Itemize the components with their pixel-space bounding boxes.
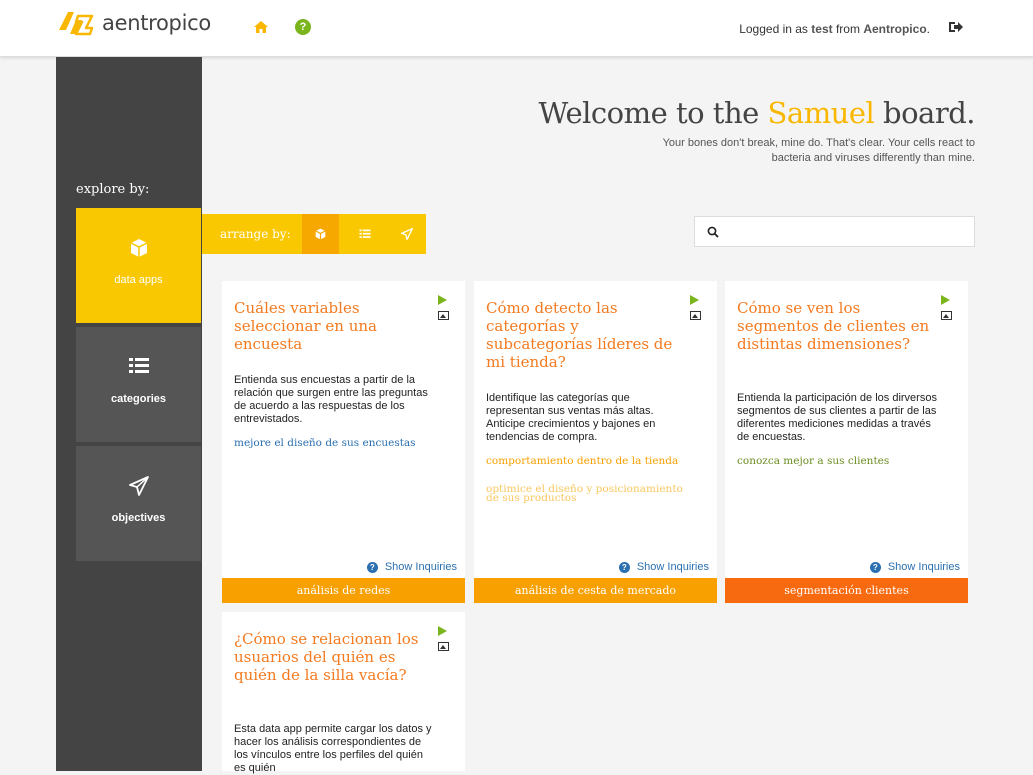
question-icon: ? [366, 561, 378, 573]
play-icon[interactable] [438, 626, 447, 636]
sidebar-item-label: categories [110, 393, 167, 405]
login-info: Logged in as test from Aentropico. [739, 22, 930, 36]
card-footer-category[interactable]: segmentación clientes [725, 578, 968, 603]
cube-icon [315, 228, 326, 240]
sidebar-item-data-apps[interactable]: data apps [76, 208, 201, 323]
logo-text: aentropico [102, 11, 211, 35]
page-title: Welcome to the Samuel board. [538, 96, 976, 130]
list-icon [128, 358, 149, 373]
image-icon[interactable] [438, 642, 449, 651]
card-title[interactable]: Cuáles variables seleccionar en una encu… [234, 299, 429, 353]
search-icon [707, 226, 719, 238]
paper-plane-icon [400, 228, 413, 240]
card-link[interactable]: mejore el diseño de sus encuestas [234, 438, 434, 449]
card-description: Entienda sus encuestas a partir de la re… [234, 374, 428, 425]
search-input[interactable] [727, 221, 967, 243]
top-navbar: aentropico ? Logged in as test from Aent… [0, 0, 1033, 57]
card-link[interactable]: conozca mejor a sus clientes [737, 456, 937, 467]
aentropico-logo[interactable]: aentropico [56, 8, 211, 38]
app-card[interactable]: Cómo detecto las categorías y subcategor… [474, 281, 717, 603]
arrange-bar: arrange by: [202, 214, 426, 254]
show-inquiries-button[interactable]: ? Show Inquiries [366, 561, 457, 573]
question-icon: ? [618, 561, 630, 573]
page-subtitle: Your bones don't break, mine do. That's … [662, 137, 975, 164]
card-title[interactable]: Cómo se ven los segmentos de clientes en… [737, 299, 932, 353]
board-name: Samuel [767, 96, 875, 130]
login-prefix: Logged in as [739, 22, 808, 36]
image-icon[interactable] [438, 311, 449, 320]
arrange-by-apps-button[interactable] [302, 214, 339, 254]
help-icon[interactable]: ? [295, 19, 311, 35]
app-card[interactable]: Cómo se ven los segmentos de clientes en… [725, 281, 968, 603]
show-inquiries-label: Show Inquiries [636, 561, 709, 573]
show-inquiries-button[interactable]: ? Show Inquiries [618, 561, 709, 573]
logout-icon[interactable] [948, 20, 964, 34]
login-org: Aentropico [863, 22, 927, 36]
card-description: Entienda la participación de los dirvers… [737, 392, 937, 443]
login-from: from [835, 22, 860, 36]
play-icon[interactable] [438, 295, 447, 305]
question-icon: ? [869, 561, 881, 573]
card-footer-category[interactable]: análisis de cesta de mercado [474, 578, 717, 603]
image-icon[interactable] [690, 311, 701, 320]
sidebar-item-label: data apps [114, 274, 163, 286]
card-link[interactable]: optimice el diseño y posicionamiento de … [486, 484, 686, 504]
paper-plane-icon [128, 476, 149, 496]
welcome-suffix: board. [883, 96, 975, 130]
arrange-by-objectives-button[interactable] [388, 214, 425, 254]
sidebar-item-categories[interactable]: categories [76, 327, 201, 442]
logo-icon [59, 12, 94, 36]
welcome-prefix: Welcome to the [538, 96, 760, 130]
card-footer-category[interactable]: análisis de redes [222, 578, 465, 603]
show-inquiries-label: Show Inquiries [384, 561, 457, 573]
card-description: Esta data app permite cargar los datos y… [234, 723, 432, 774]
login-user: test [811, 22, 833, 36]
show-inquiries-label: Show Inquiries [887, 561, 960, 573]
app-card[interactable]: Cuáles variables seleccionar en una encu… [222, 281, 465, 603]
image-icon[interactable] [941, 311, 952, 320]
home-icon[interactable] [253, 19, 269, 35]
arrange-by-categories-button[interactable] [346, 214, 383, 254]
card-title[interactable]: ¿Cómo se relacionan los usuarios del qui… [234, 630, 429, 684]
explore-label: explore by: [76, 182, 150, 197]
card-description: Identifique las categorías que represent… [486, 392, 656, 443]
play-icon[interactable] [941, 295, 950, 305]
play-icon[interactable] [690, 295, 699, 305]
sidebar-item-label: objectives [111, 512, 166, 524]
cube-icon [130, 239, 147, 257]
card-link[interactable]: comportamiento dentro de la tienda [486, 456, 686, 467]
sidebar-item-objectives[interactable]: objectives [76, 446, 201, 561]
show-inquiries-button[interactable]: ? Show Inquiries [869, 561, 960, 573]
search-box[interactable] [694, 216, 975, 247]
arrange-label: arrange by: [220, 227, 291, 241]
login-suffix: . [926, 22, 930, 36]
app-card[interactable]: ¿Cómo se relacionan los usuarios del qui… [222, 612, 465, 774]
card-title[interactable]: Cómo detecto las categorías y subcategor… [486, 299, 681, 371]
sidebar: explore by: data apps categories objecti… [56, 57, 202, 771]
list-icon [358, 229, 371, 238]
